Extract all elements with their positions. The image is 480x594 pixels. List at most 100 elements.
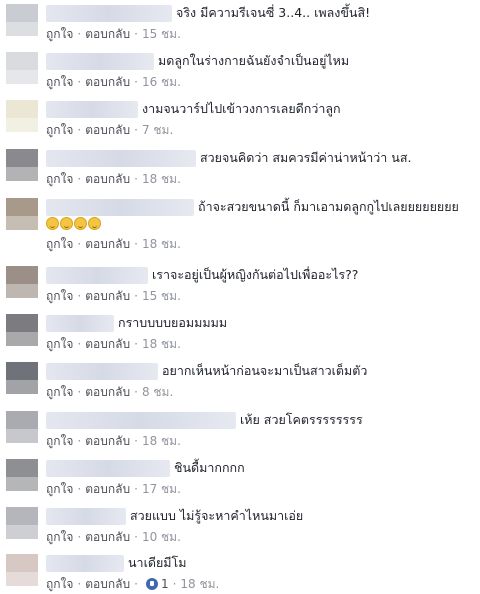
separator: · (134, 385, 138, 399)
avatar[interactable] (6, 314, 38, 346)
commenter-name-redacted[interactable] (46, 149, 196, 167)
timestamp[interactable]: 18 ชม. (142, 235, 181, 254)
avatar[interactable] (6, 198, 38, 230)
timestamp[interactable]: 8 ชม. (142, 383, 173, 402)
avatar[interactable] (6, 100, 38, 132)
comment-text: จริง มีความรีเจนซี่ 3..4.. เพลงขึ้นสิ! (176, 5, 371, 20)
comment-text: เราจะอยู่เป็นผู้หญิงกันต่อไปเพื่ออะไร?? (152, 267, 359, 282)
comment-actions: ถูกใจ · ตอบกลับ · 18 ชม. (46, 236, 181, 252)
avatar[interactable] (6, 362, 38, 394)
reply-link[interactable]: ตอบกลับ (85, 432, 130, 451)
commenter-name-redacted[interactable] (46, 459, 170, 477)
like-link[interactable]: ถูกใจ (46, 73, 73, 92)
avatar[interactable] (6, 411, 38, 443)
comment-text: ชินดื้มากกกก (174, 460, 245, 475)
like-link[interactable]: ถูกใจ (46, 383, 73, 402)
comment-item: นาเดียมีโม ถูกใจ · ตอบกลับ · 1 · 18 ชม. (0, 550, 480, 591)
timestamp[interactable]: 15 ชม. (142, 287, 181, 306)
like-count-badge[interactable]: 1 (145, 577, 169, 591)
timestamp[interactable]: 17 ชม. (142, 480, 181, 499)
avatar[interactable] (6, 52, 38, 84)
comment-bubble: เราจะอยู่เป็นผู้หญิงกันต่อไปเพื่ออะไร?? (46, 264, 358, 286)
comment-item: ถ้าจะสวยขนาดนี้ ก็มาเอามดลูกกูไปเลยยยยยย… (0, 194, 480, 256)
comment-actions: ถูกใจ · ตอบกลับ · 16 ชม. (46, 74, 181, 90)
commenter-name-redacted[interactable] (46, 507, 126, 525)
separator: · (77, 577, 82, 591)
like-link[interactable]: ถูกใจ (46, 432, 73, 451)
commenter-name-redacted[interactable] (46, 198, 194, 216)
commenter-name-redacted[interactable] (46, 266, 148, 284)
crying-face-icon (46, 217, 59, 230)
timestamp[interactable]: 7 ชม. (142, 121, 173, 140)
avatar[interactable] (6, 507, 38, 539)
separator: · (77, 172, 82, 186)
like-link[interactable]: ถูกใจ (46, 528, 73, 547)
like-link[interactable]: ถูกใจ (46, 335, 73, 354)
timestamp[interactable]: 18 ชม. (142, 432, 181, 451)
separator: · (134, 172, 138, 186)
like-link[interactable]: ถูกใจ (46, 121, 73, 140)
comment-item: สวยจนคิดว่า สมควรมีค่าน่าหน้าว่า นส. ถูก… (0, 145, 480, 195)
separator: · (172, 577, 177, 591)
crying-face-icon (74, 217, 87, 230)
comment-text: มดลูกในร่างกายฉันยังจำเป็นอยู่ไหม (158, 53, 350, 68)
comment-bubble: เห้ย สวยโคตรรรรรรรร (46, 409, 363, 431)
separator: · (134, 577, 138, 591)
commenter-name-redacted[interactable] (46, 314, 114, 332)
reply-link[interactable]: ตอบกลับ (85, 170, 130, 189)
timestamp[interactable]: 15 ชม. (142, 25, 181, 44)
crying-face-icon (60, 217, 73, 230)
reply-link[interactable]: ตอบกลับ (85, 480, 130, 499)
reply-link[interactable]: ตอบกลับ (85, 235, 130, 254)
commenter-name-redacted[interactable] (46, 52, 154, 70)
timestamp[interactable]: 18 ชม. (142, 170, 181, 189)
timestamp[interactable]: 16 ชม. (142, 73, 181, 92)
separator: · (134, 237, 138, 251)
like-link[interactable]: ถูกใจ (46, 235, 73, 254)
avatar[interactable] (6, 459, 38, 491)
reply-link[interactable]: ตอบกลับ (85, 528, 130, 547)
separator: · (77, 482, 82, 496)
emoji-row (46, 217, 101, 231)
timestamp[interactable]: 18 ชม. (180, 575, 219, 594)
separator: · (77, 75, 82, 89)
like-link[interactable]: ถูกใจ (46, 575, 73, 594)
commenter-name-redacted[interactable] (46, 362, 158, 380)
like-link[interactable]: ถูกใจ (46, 25, 73, 44)
separator: · (77, 385, 82, 399)
avatar[interactable] (6, 149, 38, 181)
avatar[interactable] (6, 4, 38, 36)
commenter-name-redacted[interactable] (46, 554, 124, 572)
commenter-name-redacted[interactable] (46, 4, 172, 22)
comment-text: งามจนวาร์ปไปเข้าวงการเลยดีกว่าลูก (142, 101, 341, 116)
comment-text: อยากเห็นหน้าก่อนจะมาเป็นสาวเต็มตัว (162, 363, 368, 378)
separator: · (134, 289, 138, 303)
avatar[interactable] (6, 266, 38, 298)
reply-link[interactable]: ตอบกลับ (85, 73, 130, 92)
like-link[interactable]: ถูกใจ (46, 287, 73, 306)
comment-actions: ถูกใจ · ตอบกลับ · 8 ชม. (46, 384, 173, 400)
reply-link[interactable]: ตอบกลับ (85, 383, 130, 402)
commenter-name-redacted[interactable] (46, 100, 138, 118)
like-link[interactable]: ถูกใจ (46, 480, 73, 499)
reply-link[interactable]: ตอบกลับ (85, 287, 130, 306)
reply-link[interactable]: ตอบกลับ (85, 335, 130, 354)
comment-item: เราจะอยู่เป็นผู้หญิงกันต่อไปเพื่ออะไร?? … (0, 262, 480, 312)
reply-link[interactable]: ตอบกลับ (85, 25, 130, 44)
comment-text: สวยจนคิดว่า สมควรมีค่าน่าหน้าว่า นส. (200, 150, 412, 165)
reply-link[interactable]: ตอบกลับ (85, 575, 130, 594)
reply-link[interactable]: ตอบกลับ (85, 121, 130, 140)
timestamp[interactable]: 10 ชม. (142, 528, 181, 547)
comment-actions: ถูกใจ · ตอบกลับ · 18 ชม. (46, 171, 181, 187)
comment-actions: ถูกใจ · ตอบกลับ · 10 ชม. (46, 529, 181, 545)
comment-actions: ถูกใจ · ตอบกลับ · 15 ชม. (46, 288, 181, 304)
comment-item: อยากเห็นหน้าก่อนจะมาเป็นสาวเต็มตัว ถูกใจ… (0, 358, 480, 408)
timestamp[interactable]: 18 ชม. (142, 335, 181, 354)
separator: · (134, 530, 138, 544)
commenter-name-redacted[interactable] (46, 411, 236, 429)
comment-text: สวยแบบ ไม่รู้จะหาคำไหนมาเอ่ย (130, 508, 304, 523)
comment-item: ชินดื้มากกกก ถูกใจ · ตอบกลับ · 17 ชม. (0, 455, 480, 505)
like-link[interactable]: ถูกใจ (46, 170, 73, 189)
separator: · (134, 75, 138, 89)
avatar[interactable] (6, 554, 38, 586)
